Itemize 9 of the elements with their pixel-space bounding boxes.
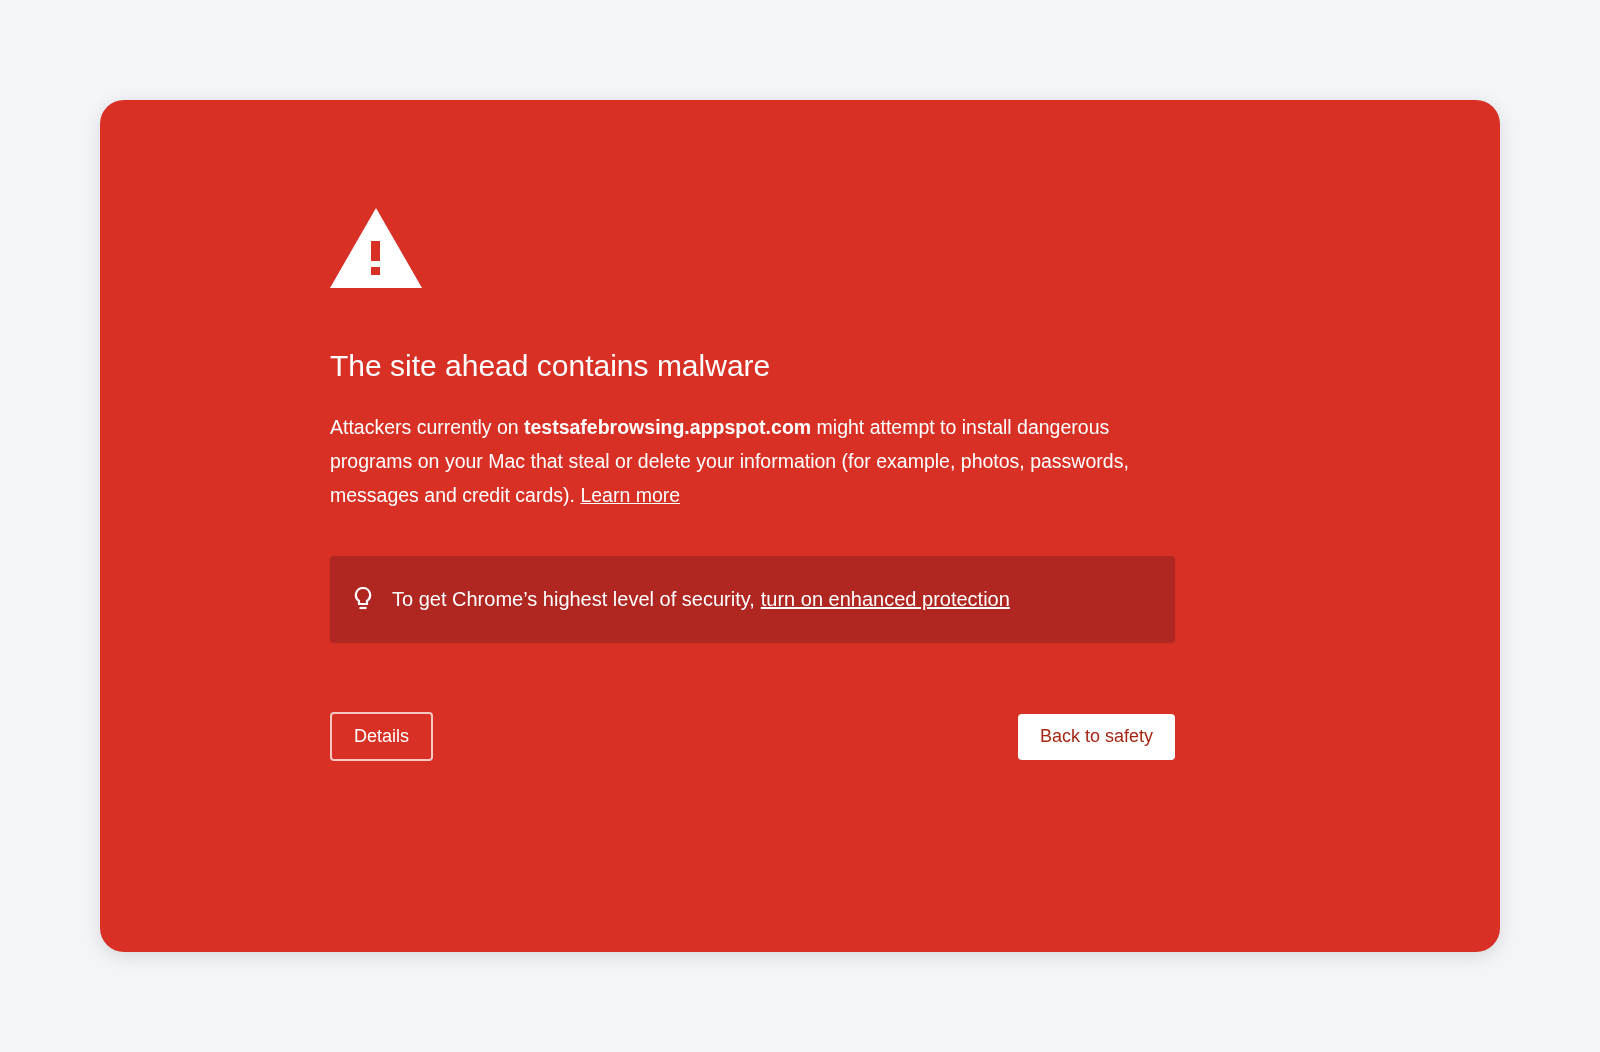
warning-icon — [330, 208, 422, 288]
warning-message: Attackers currently on testsafebrowsing.appspot.com might attempt to install dangerous programs on your Mac that steal or delete your information (for example, photos, passwords, messages and credit cards). Learn more — [330, 415, 1130, 508]
action-button[interactable]: Back to safety — [1017, 713, 1175, 760]
action-button[interactable]: Details — [330, 712, 434, 761]
lightbulb-icon — [354, 586, 372, 612]
warning-title: The site ahead contains malware — [330, 348, 772, 384]
enhanced-protection-link[interactable]: turn on enhanced protection — [760, 587, 1010, 611]
learn-more-link[interactable]: Learn more — [580, 484, 681, 506]
tip-text: To get Chrome’s highest level of security, — [392, 587, 755, 611]
